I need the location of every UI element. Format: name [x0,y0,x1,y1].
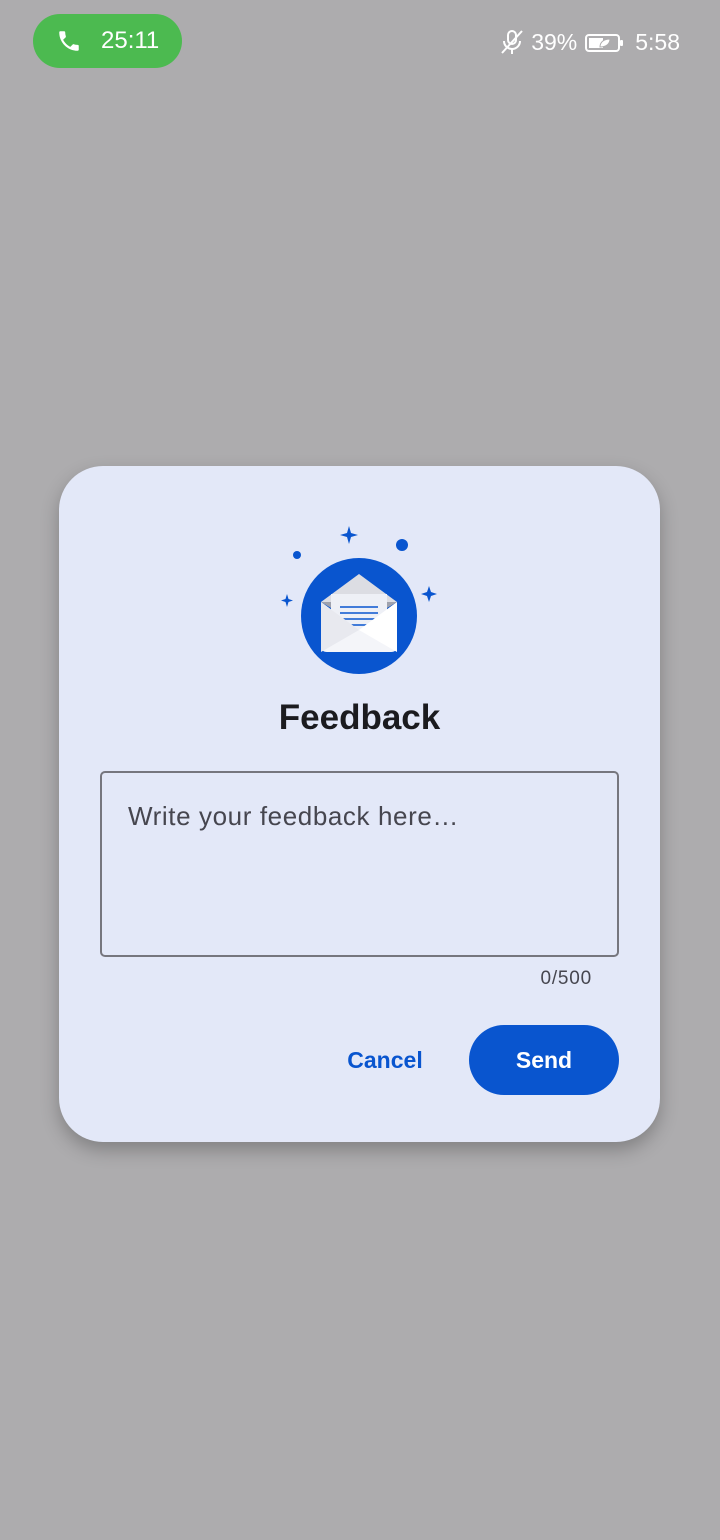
cancel-button[interactable]: Cancel [329,1026,441,1094]
battery-percent: 39% [531,28,578,55]
clock: 5:58 [635,28,680,55]
ongoing-call-chip[interactable]: 25:11 [33,14,182,68]
phone-icon [55,27,83,55]
feedback-envelope-icon [279,522,439,678]
feedback-input-placeholder: Write your feedback here… [128,801,459,831]
character-counter: 0/500 [540,968,592,989]
dialog-title: Feedback [278,698,441,737]
call-timer: 25:11 [101,27,160,54]
status-icons: 39% 5:58 [499,22,680,62]
mic-off-icon [499,28,525,56]
feedback-dialog: Feedback Write your feedback here… 0/500… [59,466,660,1142]
feedback-input[interactable]: Write your feedback here… [100,771,619,957]
battery-saver-icon [585,32,625,52]
send-button[interactable]: Send [469,1025,619,1095]
